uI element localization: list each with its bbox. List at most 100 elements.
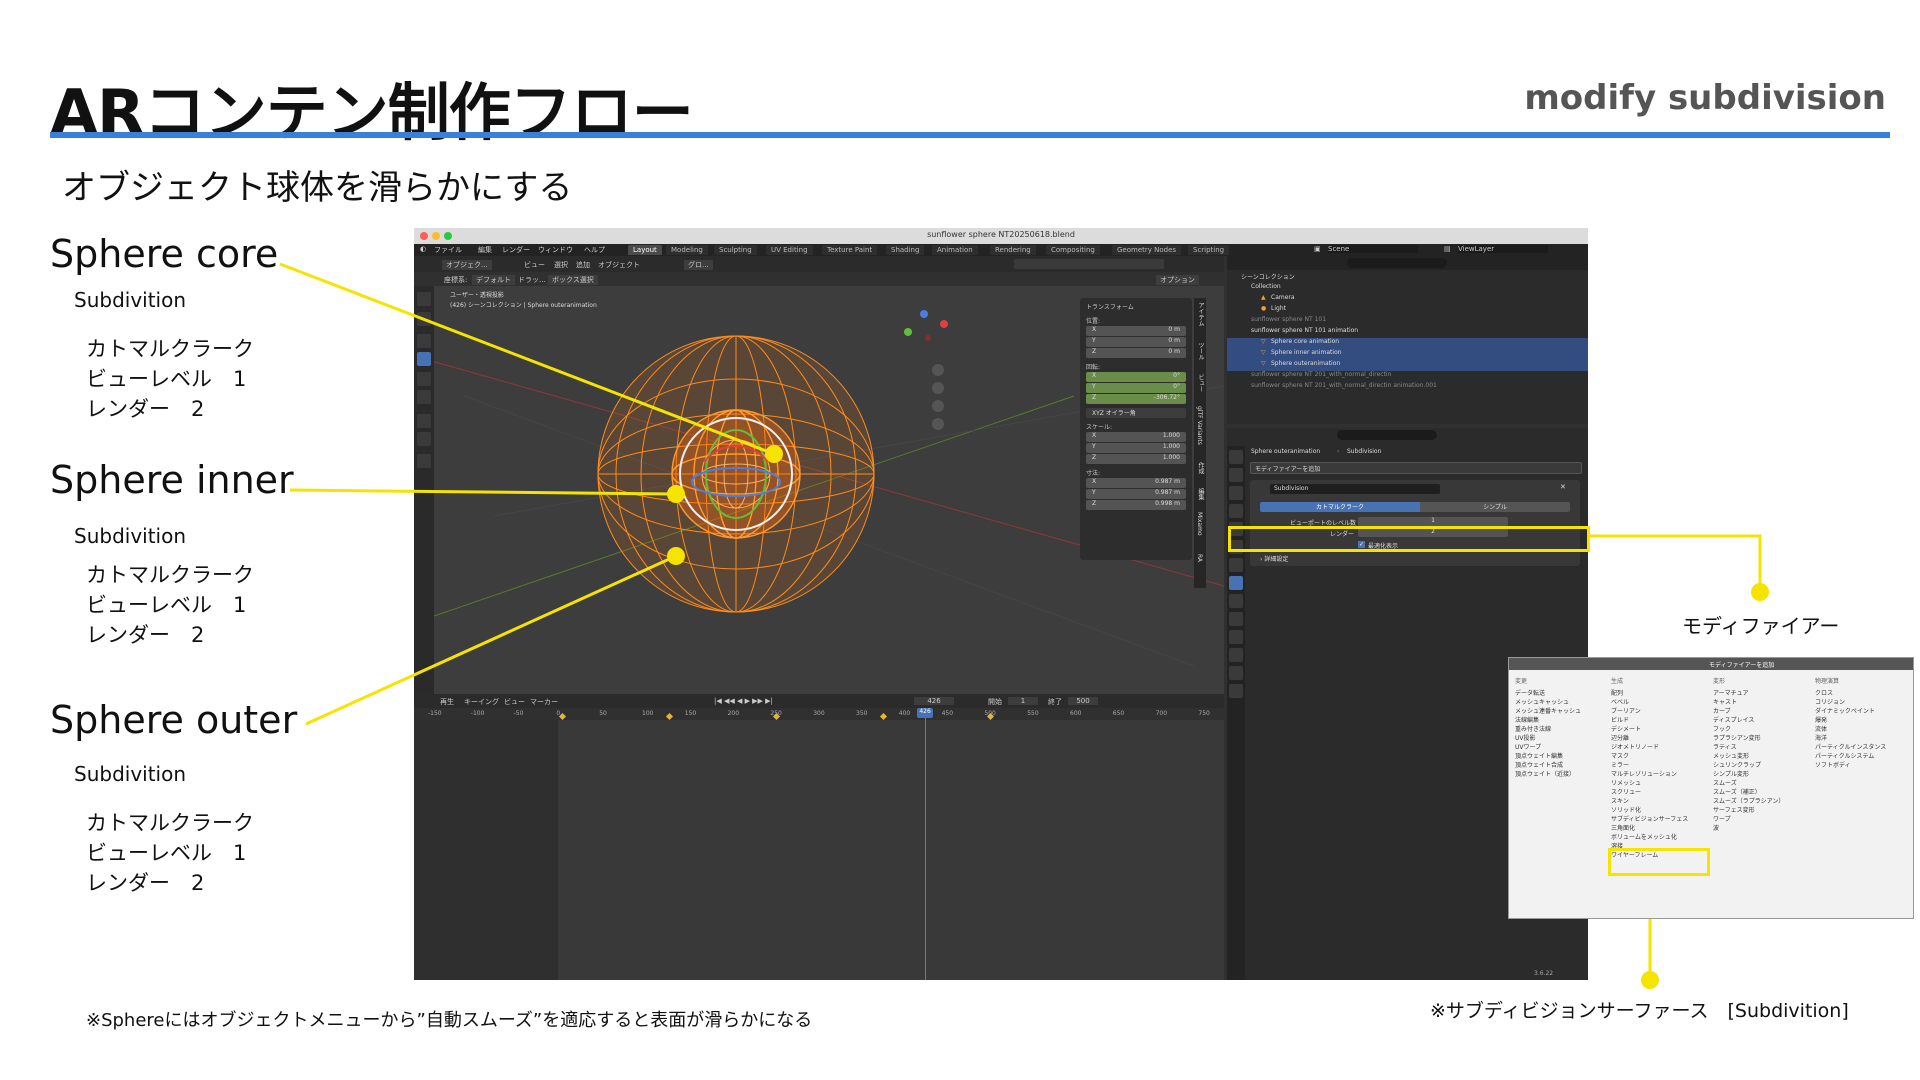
modifier-menu-item[interactable]: スムーズ（補正） <box>1713 787 1761 796</box>
modifier-menu-item[interactable]: メッシュキャッシュ <box>1515 697 1569 706</box>
modifier-menu-item[interactable]: キャスト <box>1713 697 1737 706</box>
tab-geometry-nodes[interactable]: Geometry Nodes <box>1112 245 1182 255</box>
modifier-menu-item[interactable]: 波 <box>1713 823 1719 832</box>
outliner-row[interactable]: sunflower sphere NT 101 animation <box>1227 327 1588 338</box>
sidebar-tab-edit[interactable]: 編集 <box>1196 488 1205 500</box>
modifier-name-field[interactable]: Subdivision <box>1270 484 1440 494</box>
modifier-menu-item[interactable]: 法線編集 <box>1515 715 1539 724</box>
modifier-menu-item[interactable]: リメッシュ <box>1611 778 1641 787</box>
marker-menu[interactable]: マーカー <box>530 697 558 707</box>
tab-texture-paint[interactable]: Texture Paint <box>822 245 878 255</box>
outliner-row[interactable]: ▽ Sphere inner animation <box>1227 349 1588 360</box>
sidebar-tab-view[interactable]: ビュー <box>1196 374 1205 392</box>
rotation-z-field[interactable]: Z -306.72° <box>1086 394 1186 404</box>
outliner-row[interactable]: ▽ Sphere outeranimation <box>1227 360 1588 371</box>
modifier-menu-item[interactable]: 頂点ウェイト編集 <box>1515 751 1563 760</box>
scale-x-field[interactable]: X 1.000 <box>1086 432 1186 442</box>
outliner-row[interactable]: ▲ Camera <box>1227 294 1588 305</box>
tab-uv-editing[interactable]: UV Editing <box>766 245 813 255</box>
timeline-view-menu[interactable]: ビュー <box>504 697 525 707</box>
modifier-menu-item[interactable]: ラティス <box>1713 742 1737 751</box>
remove-modifier-icon[interactable]: ✕ <box>1560 483 1566 491</box>
modifier-menu-item[interactable]: 爆発 <box>1815 715 1827 724</box>
modifier-menu-item[interactable]: マスク <box>1611 751 1629 760</box>
move-tool-icon[interactable] <box>417 334 431 348</box>
tab-compositing[interactable]: Compositing <box>1046 245 1100 255</box>
modifier-menu-item[interactable]: ソフトボディ <box>1815 760 1851 769</box>
menu-window[interactable]: ウィンドウ <box>538 245 573 255</box>
output-props-icon[interactable] <box>1229 486 1243 500</box>
advanced-panel-header[interactable]: › 詳細設定 <box>1260 554 1288 563</box>
tab-rendering[interactable]: Rendering <box>990 245 1036 255</box>
texture-props-icon[interactable] <box>1229 684 1243 698</box>
modifier-menu-item[interactable]: デシメート <box>1611 724 1641 733</box>
rotation-x-field[interactable]: X 0° <box>1086 372 1186 382</box>
outliner-row[interactable]: sunflower sphere NT 201_with_normal_dire… <box>1227 382 1588 393</box>
modifier-menu-item[interactable]: ダイナミックペイント <box>1815 706 1875 715</box>
rotation-mode-dropdown[interactable]: XYZ オイラー角 <box>1086 408 1186 418</box>
start-frame-field[interactable]: 1 <box>1008 697 1038 705</box>
outliner-row[interactable]: Collection <box>1227 283 1588 294</box>
modifier-menu-item[interactable]: UV投影 <box>1515 733 1536 742</box>
physics-props-icon[interactable] <box>1229 612 1243 626</box>
viewport-levels-field[interactable]: 1 <box>1358 517 1508 526</box>
modifier-menu-item[interactable]: マルチレゾリューション <box>1611 769 1677 778</box>
box-select-dropdown[interactable]: ボックス選択 <box>548 275 598 285</box>
outliner-row[interactable]: sunflower sphere NT 101 <box>1227 316 1588 327</box>
modifier-menu-item[interactable]: サーフェス変形 <box>1713 805 1755 814</box>
modifier-menu-item[interactable]: データ転送 <box>1515 688 1545 697</box>
modifier-menu-item[interactable]: フック <box>1713 724 1731 733</box>
view-layer-props-icon[interactable] <box>1229 504 1243 518</box>
object-props-icon[interactable] <box>1229 558 1243 572</box>
modifier-menu-item[interactable]: アーマチュア <box>1713 688 1749 697</box>
dimensions-x-field[interactable]: X 0.987 m <box>1086 478 1186 488</box>
modifier-menu-item[interactable]: スムーズ（ラプラシアン） <box>1713 796 1784 805</box>
catmull-clark-button[interactable]: カトマルクラーク <box>1260 502 1420 512</box>
blender-logo-icon[interactable]: ◐ <box>420 245 426 253</box>
modifier-menu-item[interactable]: パーティクルシステム <box>1815 751 1874 760</box>
modifier-menu-item[interactable]: サブディビジョンサーフェス <box>1611 814 1688 823</box>
modifier-menu-item[interactable]: ベベル <box>1611 697 1629 706</box>
modifier-menu-item[interactable]: パーティクルインスタンス <box>1815 742 1886 751</box>
menu-add[interactable]: 追加 <box>576 260 590 270</box>
wrench-icon[interactable] <box>1229 576 1243 590</box>
menu-edit[interactable]: 編集 <box>478 245 492 255</box>
modifier-menu-item[interactable]: ソリッド化 <box>1611 805 1641 814</box>
modifier-menu-item[interactable]: ラプラシアン変形 <box>1713 733 1761 742</box>
menu-select[interactable]: 選択 <box>554 260 568 270</box>
location-z-field[interactable]: Z0 m <box>1086 348 1186 358</box>
transform-orientation-dropdown[interactable]: グロ... <box>684 260 713 270</box>
mode-dropdown[interactable]: オブジェク... <box>442 260 492 270</box>
playhead[interactable] <box>925 708 927 980</box>
view-layer-field[interactable]: ViewLayer <box>1458 245 1548 253</box>
playback-controls-icon[interactable]: |◀ ◀◀ ◀ ▶ ▶▶ ▶| <box>714 697 773 705</box>
dimensions-y-field[interactable]: Y 0.987 m <box>1086 489 1186 499</box>
particles-props-icon[interactable] <box>1229 594 1243 608</box>
outliner-row[interactable]: ● Light <box>1227 305 1588 316</box>
modifier-menu-item[interactable]: 辺分離 <box>1611 733 1629 742</box>
outliner-row[interactable]: シーンコレクション <box>1227 272 1588 283</box>
tab-layout[interactable]: Layout <box>628 245 662 255</box>
modifier-menu-item[interactable]: 頂点ウェイト（近接） <box>1515 769 1575 778</box>
modifier-menu-item[interactable]: メッシュ連番キャッシュ <box>1515 706 1581 715</box>
scene-field[interactable]: Scene <box>1328 245 1418 253</box>
modifier-menu-item[interactable]: スキン <box>1611 796 1629 805</box>
sidebar-tab-tool[interactable]: ツール <box>1196 342 1205 360</box>
render-props-icon[interactable] <box>1229 468 1243 482</box>
transform-tool-icon[interactable] <box>417 390 431 404</box>
modifier-menu-item[interactable]: 海洋 <box>1815 733 1827 742</box>
end-frame-field[interactable]: 500 <box>1068 697 1098 705</box>
modifier-menu-item[interactable]: 配列 <box>1611 688 1623 697</box>
menu-help[interactable]: ヘルプ <box>584 245 605 255</box>
simple-button[interactable]: シンプル <box>1420 502 1570 512</box>
modifier-menu-item[interactable]: メッシュ変形 <box>1713 751 1749 760</box>
outliner-row[interactable]: ▽ Sphere core animation <box>1227 338 1588 349</box>
modifier-menu-item[interactable]: UVワープ <box>1515 742 1541 751</box>
modifier-menu-item[interactable]: スムーズ <box>1713 778 1737 787</box>
rotate-tool-icon[interactable] <box>417 352 431 366</box>
modifier-menu-item[interactable]: ワープ <box>1713 814 1731 823</box>
modifier-menu-item[interactable]: 三角面化 <box>1611 823 1635 832</box>
modifier-menu-item[interactable]: ブーリアン <box>1611 706 1641 715</box>
menu-view[interactable]: ビュー <box>524 260 545 270</box>
menu-render[interactable]: レンダー <box>502 245 530 255</box>
